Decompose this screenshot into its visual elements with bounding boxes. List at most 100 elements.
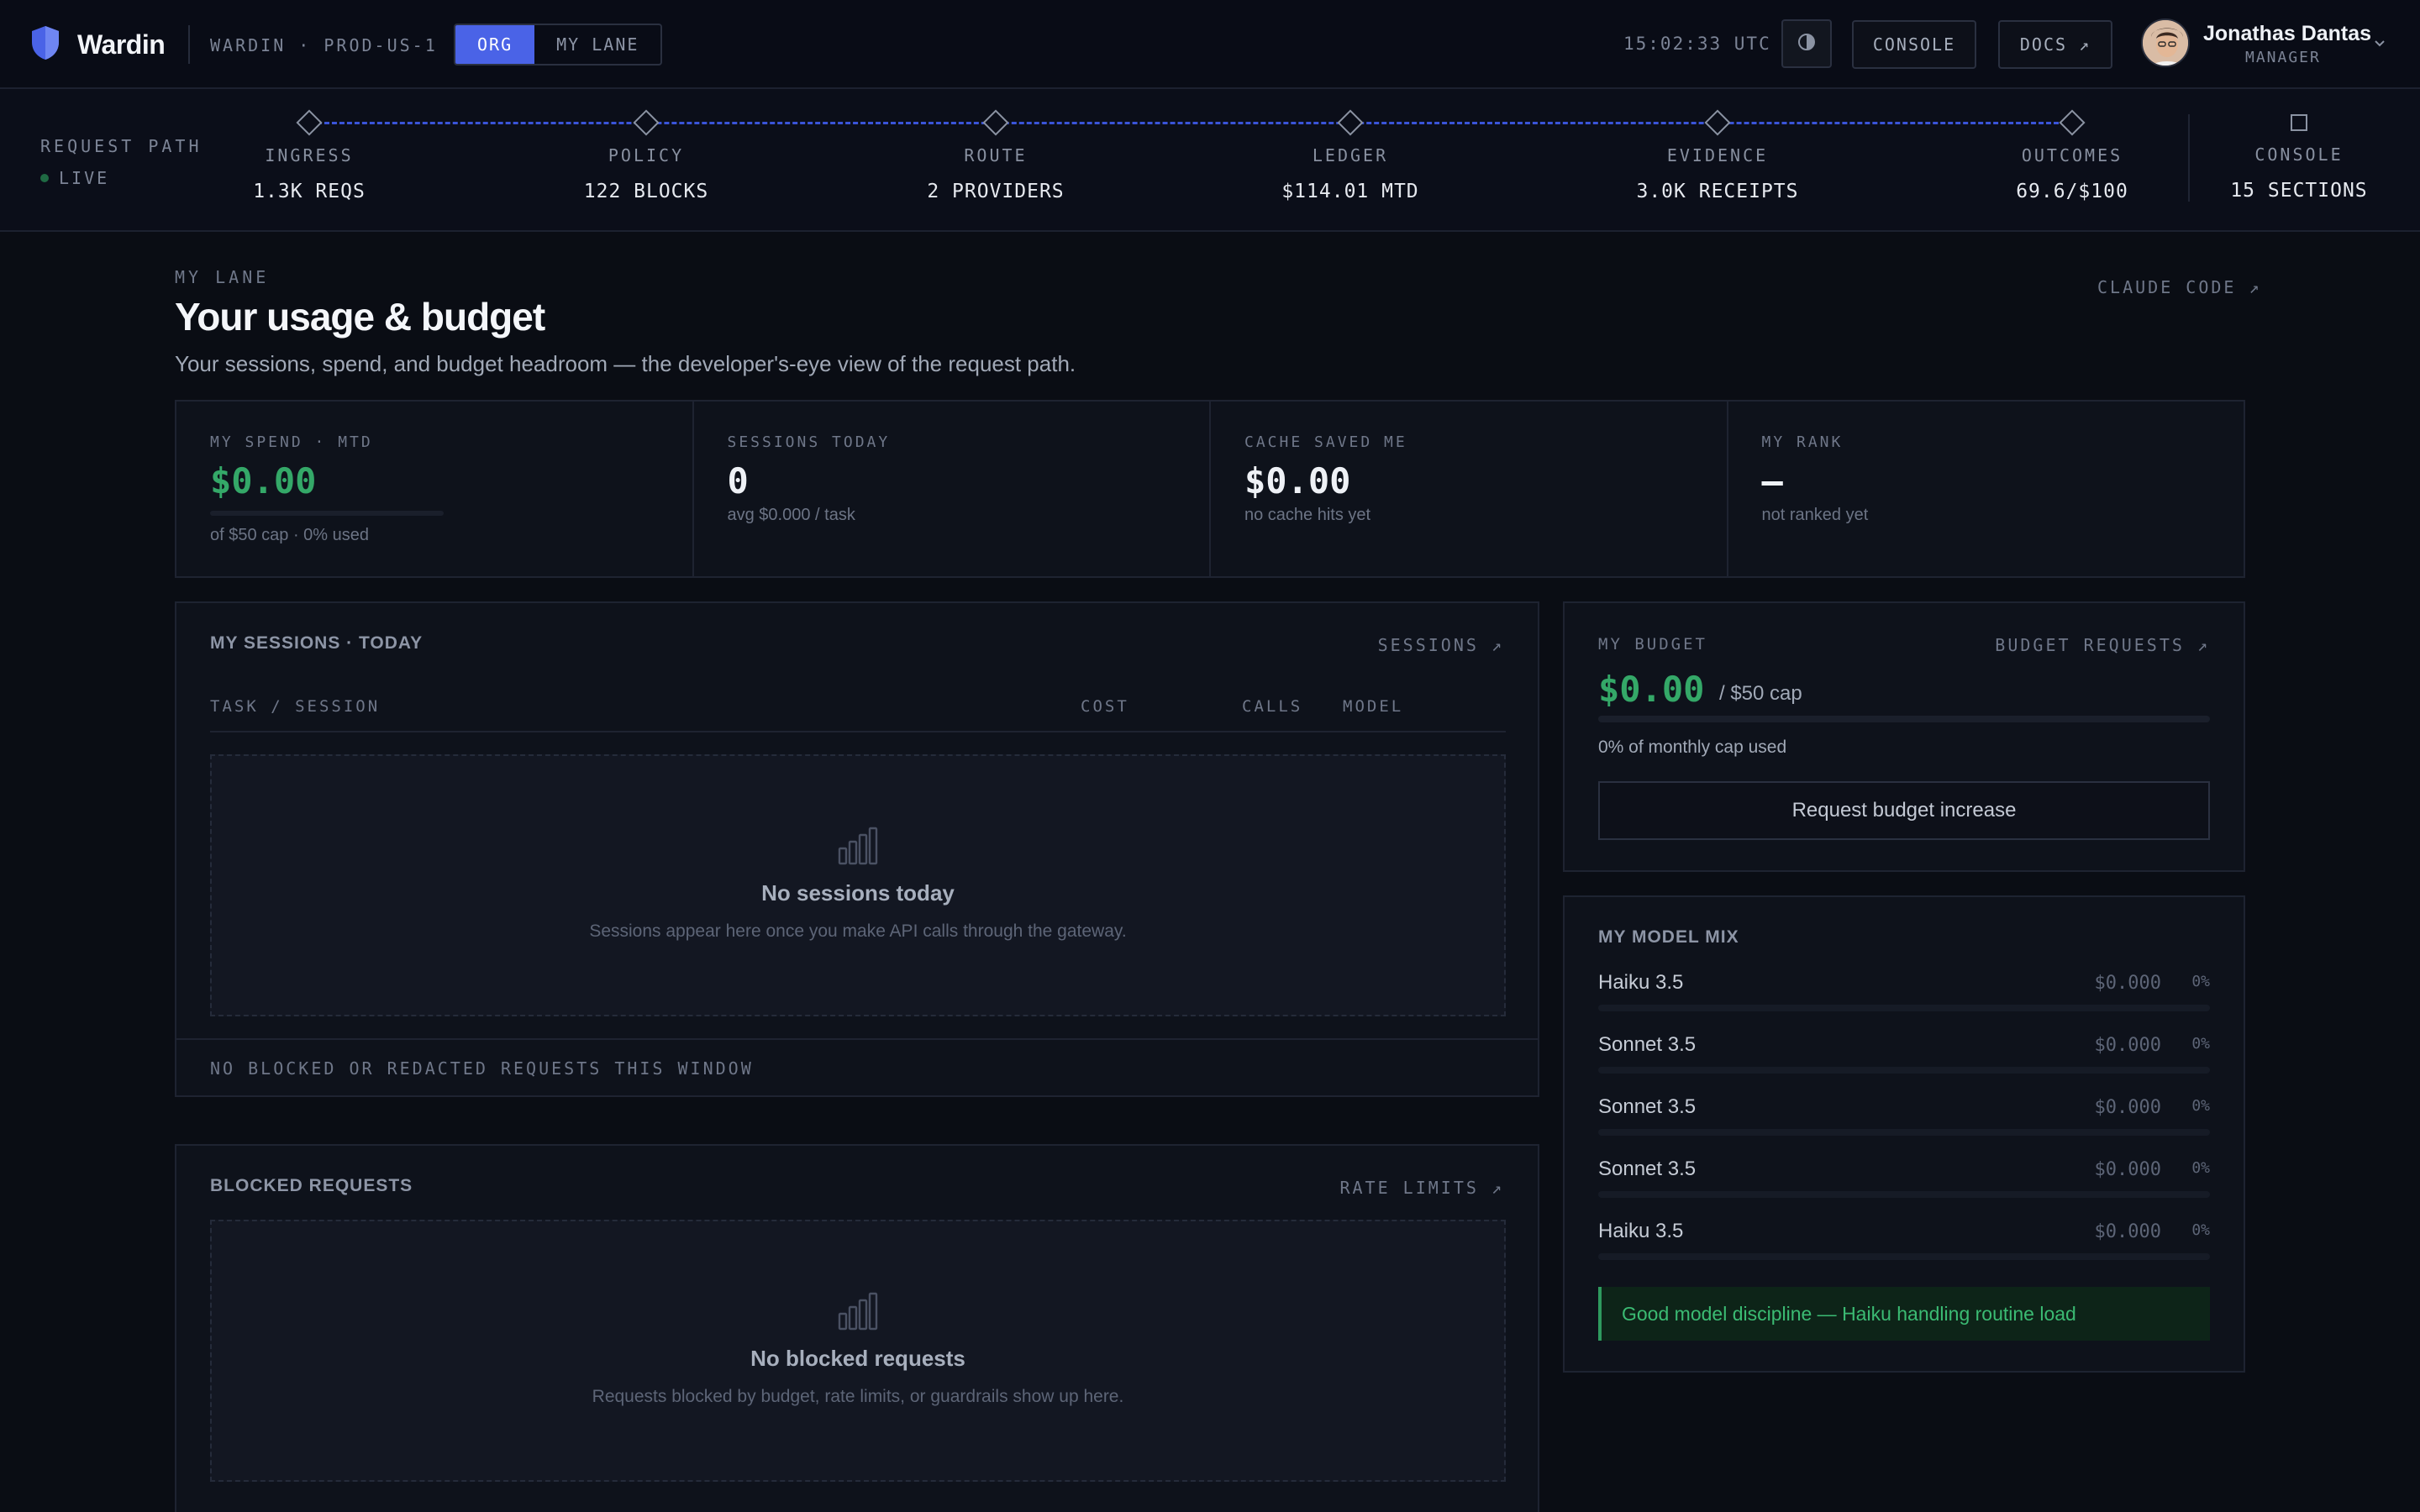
- kpi-sub: avg $0.000 / task: [727, 506, 855, 524]
- model-cost: $0.000: [2094, 1221, 2161, 1242]
- sessions-panel: MY SESSIONS · TODAY SESSIONS ↗ TASK / SE…: [175, 601, 1539, 1097]
- theme-toggle-button[interactable]: [1781, 19, 1832, 68]
- model-percent: 0%: [2191, 1159, 2210, 1177]
- kpi-value: $0.00: [210, 460, 317, 501]
- request-budget-increase-button[interactable]: Request budget increase: [1598, 781, 2210, 840]
- brand-divider: [188, 25, 190, 64]
- diamond-icon: [2059, 109, 2086, 136]
- user-role: MANAGER: [2245, 49, 2321, 66]
- budget-panel: MY BUDGET BUDGET REQUESTS ↗ $0.00 / $50 …: [1563, 601, 2245, 872]
- shield-logo-icon: [30, 25, 60, 65]
- model-mix-row: Haiku 3.5 $0.000 0%: [1598, 971, 2210, 1021]
- kpi-sessions-today: SESSIONS TODAY 0 avg $0.000 / task: [694, 402, 1211, 576]
- claude-code-link[interactable]: CLAUDE CODE ↗: [2097, 277, 2262, 297]
- blocked-requests-panel: BLOCKED REQUESTS RATE LIMITS ↗ No blocke…: [175, 1144, 1539, 1512]
- stage-value: 2 PROVIDERS: [927, 181, 1065, 202]
- model-percent: 0%: [2191, 1035, 2210, 1053]
- model-mix-row: Sonnet 3.5 $0.000 0%: [1598, 1033, 2210, 1084]
- page-eyebrow: MY LANE: [175, 267, 270, 287]
- kpi-my-rank: MY RANK — not ranked yet: [1728, 402, 2244, 576]
- page-title: Your usage & budget: [175, 295, 545, 339]
- kpi-sub: no cache hits yet: [1244, 506, 1371, 524]
- stage-evidence[interactable]: EVIDENCE 3.0K RECEIPTS: [1608, 109, 1827, 202]
- stage-value: 69.6/$100: [2016, 181, 2128, 202]
- column-header-calls[interactable]: CALLS: [1242, 697, 1302, 716]
- sessions-link[interactable]: SESSIONS ↗: [1378, 635, 1504, 655]
- model-name: Sonnet 3.5: [1598, 1033, 1697, 1056]
- model-name: Sonnet 3.5: [1598, 1095, 1697, 1118]
- stage-label: CONSOLE: [2254, 144, 2344, 165]
- model-name: Sonnet 3.5: [1598, 1158, 1697, 1180]
- model-cost: $0.000: [2094, 1097, 2161, 1118]
- diamond-icon: [982, 109, 1009, 136]
- model-share-bar: [1598, 1067, 2210, 1074]
- empty-description: Requests blocked by budget, rate limits,…: [592, 1387, 1124, 1406]
- model-name: Haiku 3.5: [1598, 1220, 1684, 1242]
- environment-label: WARDIN · PROD-US-1: [210, 35, 438, 55]
- stage-console[interactable]: CONSOLE 15 SECTIONS: [2190, 109, 2408, 202]
- model-percent: 0%: [2191, 1097, 2210, 1115]
- stage-label: ROUTE: [964, 145, 1028, 165]
- budget-progress-bar: [1598, 716, 2210, 722]
- user-avatar[interactable]: [2141, 18, 2190, 67]
- kpi-label: MY SPEND · MTD: [210, 433, 373, 451]
- kpi-label: CACHE SAVED ME: [1244, 433, 1407, 451]
- stage-value: 3.0K RECEIPTS: [1636, 181, 1799, 202]
- stage-label: LEDGER: [1312, 145, 1389, 165]
- model-share-bar: [1598, 1129, 2210, 1136]
- scope-toggle: ORG MY LANE: [454, 24, 663, 66]
- model-share-bar: [1598, 1253, 2210, 1260]
- budget-value: $0.00: [1598, 669, 1705, 710]
- scope-my-lane-button[interactable]: MY LANE: [534, 25, 660, 64]
- panel-title: BLOCKED REQUESTS: [210, 1176, 413, 1195]
- footer-divider: [176, 1038, 1538, 1040]
- bar-chart-icon: [212, 1292, 1504, 1331]
- model-percent: 0%: [2191, 973, 2210, 990]
- square-icon: [2291, 114, 2307, 131]
- budget-requests-link[interactable]: BUDGET REQUESTS ↗: [1995, 635, 2210, 655]
- stage-policy[interactable]: POLICY 122 BLOCKS: [537, 109, 755, 202]
- kpi-row: MY SPEND · MTD $0.00 of $50 cap · 0% use…: [175, 400, 2245, 578]
- stage-route[interactable]: ROUTE 2 PROVIDERS: [886, 109, 1105, 202]
- empty-title: No sessions today: [761, 880, 955, 906]
- stage-ledger[interactable]: LEDGER $114.01 MTD: [1241, 109, 1460, 202]
- diamond-icon: [1337, 109, 1364, 136]
- user-name[interactable]: Jonathas Dantas: [2203, 22, 2371, 46]
- stage-outcomes[interactable]: OUTCOMES 69.6/$100: [1963, 109, 2181, 202]
- stage-label: OUTCOMES: [2021, 145, 2123, 165]
- kpi-sub: not ranked yet: [1761, 506, 1869, 524]
- brand[interactable]: Wardin: [30, 25, 166, 65]
- sessions-empty-state: No sessions today Sessions appear here o…: [210, 754, 1506, 1016]
- chevron-down-icon[interactable]: [2370, 34, 2390, 54]
- stage-value: 15 SECTIONS: [2230, 180, 2368, 202]
- kpi-my-spend: MY SPEND · MTD $0.00 of $50 cap · 0% use…: [176, 402, 694, 576]
- column-header-task[interactable]: TASK / SESSION: [210, 697, 380, 716]
- scope-org-button[interactable]: ORG: [455, 25, 535, 64]
- live-dot-icon: [40, 174, 49, 182]
- model-discipline-note: Good model discipline — Haiku handling r…: [1598, 1287, 2210, 1341]
- column-header-model[interactable]: MODEL: [1343, 697, 1403, 716]
- sessions-footer-status: NO BLOCKED OR REDACTED REQUESTS THIS WIN…: [210, 1058, 754, 1079]
- model-cost: $0.000: [2094, 973, 2161, 994]
- budget-label: MY BUDGET: [1598, 635, 1707, 654]
- kpi-value: 0: [727, 460, 749, 501]
- stage-label: INGRESS: [265, 145, 354, 165]
- diamond-icon: [1704, 109, 1731, 136]
- rate-limits-link[interactable]: RATE LIMITS ↗: [1339, 1178, 1504, 1198]
- stage-label: POLICY: [608, 145, 685, 165]
- docs-button[interactable]: DOCS ↗: [1998, 20, 2112, 69]
- table-header-divider: [210, 731, 1506, 732]
- model-mix-panel: MY MODEL MIX Haiku 3.5 $0.000 0% Sonnet …: [1563, 895, 2245, 1373]
- panel-title: MY SESSIONS · TODAY: [210, 633, 424, 653]
- model-share-bar: [1598, 1191, 2210, 1198]
- diamond-icon: [633, 109, 660, 136]
- stage-value: $114.01 MTD: [1281, 181, 1419, 202]
- column-header-cost[interactable]: COST: [1081, 697, 1129, 716]
- console-button[interactable]: CONSOLE: [1852, 20, 1976, 69]
- model-cost: $0.000: [2094, 1159, 2161, 1180]
- panel-title: MY MODEL MIX: [1598, 927, 1739, 947]
- spend-progress-bar: [210, 511, 444, 516]
- app-name: Wardin: [77, 29, 166, 60]
- stage-ingress[interactable]: INGRESS 1.3K REQS: [200, 109, 418, 202]
- stage-value: 122 BLOCKS: [583, 181, 709, 202]
